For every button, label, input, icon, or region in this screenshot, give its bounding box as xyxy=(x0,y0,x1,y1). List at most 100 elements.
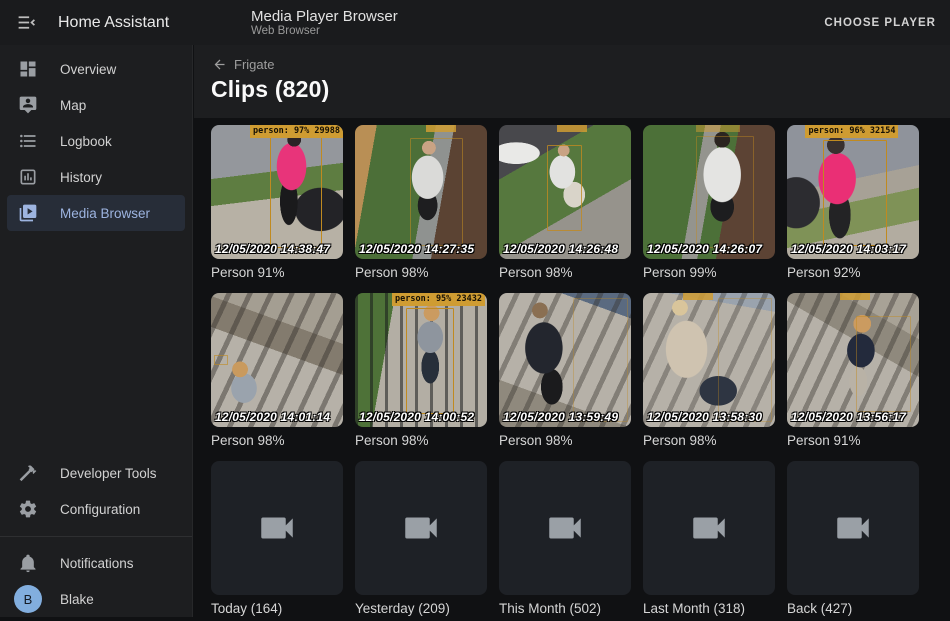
folder-item-yesterday[interactable]: Yesterday (209) xyxy=(355,461,487,621)
chart-box-icon xyxy=(18,167,38,187)
video-camera-icon xyxy=(256,507,298,549)
clip-timestamp: 12/05/2020 13:58:30 xyxy=(647,410,762,424)
list-bulleted-icon xyxy=(18,131,38,151)
clip-thumbnail: person: 96% 32154 12/05/2020 14:03:17 xyxy=(787,125,919,259)
clips-grid: person: 97% 29988 12/05/2020 14:38:47 Pe… xyxy=(194,118,950,617)
clip-thumbnail: 12/05/2020 14:27:35 xyxy=(355,125,487,259)
bell-icon xyxy=(18,553,38,573)
detection-box xyxy=(406,308,454,414)
clip-item[interactable]: 12/05/2020 14:26:48 Person 98% xyxy=(499,125,631,285)
folder-thumbnail xyxy=(787,461,919,595)
clip-timestamp: 12/05/2020 13:56:17 xyxy=(791,410,906,424)
folder-item-last-month[interactable]: Last Month (318) xyxy=(643,461,775,621)
clip-timestamp: 12/05/2020 14:26:48 xyxy=(503,242,618,256)
sidebar-divider xyxy=(0,536,192,537)
top-app-bar: Home Assistant Media Player Browser Web … xyxy=(0,0,950,45)
sidebar-item-configuration[interactable]: Configuration xyxy=(7,491,185,527)
detection-tag xyxy=(557,125,587,132)
detection-box xyxy=(856,316,911,412)
sidebar-spacer xyxy=(0,231,192,455)
folder-thumbnail xyxy=(499,461,631,595)
play-box-multiple-icon xyxy=(18,203,38,223)
detection-tag xyxy=(840,293,870,300)
page-title: Clips (820) xyxy=(211,76,950,103)
gear-icon xyxy=(18,499,38,519)
panel-subtitle: Web Browser xyxy=(251,25,398,38)
clip-item[interactable]: 12/05/2020 14:01:14 Person 98% xyxy=(211,293,343,453)
detection-box xyxy=(718,298,772,421)
clip-timestamp: 12/05/2020 14:03:17 xyxy=(791,242,906,256)
clip-thumbnail: 12/05/2020 14:01:14 xyxy=(211,293,343,427)
arrow-left-icon xyxy=(212,57,227,72)
video-camera-icon xyxy=(688,507,730,549)
clip-timestamp: 12/05/2020 14:27:35 xyxy=(359,242,474,256)
sidebar-item-label: History xyxy=(60,170,102,185)
panel-title: Media Player Browser xyxy=(251,8,398,25)
detection-tag: person: 97% 29988 xyxy=(250,125,343,138)
detection-tag xyxy=(696,125,740,132)
clip-label: Person 98% xyxy=(211,433,343,448)
sidebar-item-label: Map xyxy=(60,98,86,113)
tooltip-account-icon xyxy=(18,95,38,115)
clip-thumbnail: 12/05/2020 14:26:48 xyxy=(499,125,631,259)
clip-timestamp: 12/05/2020 13:59:49 xyxy=(503,410,618,424)
sidebar-item-label: Notifications xyxy=(60,556,134,571)
clip-label: Person 92% xyxy=(787,265,919,280)
view-dashboard-icon xyxy=(18,59,38,79)
sidebar-item-overview[interactable]: Overview xyxy=(7,51,185,87)
clip-item[interactable]: 12/05/2020 14:26:07 Person 99% xyxy=(643,125,775,285)
media-browser-header: Frigate Clips (820) xyxy=(194,45,950,118)
clip-item[interactable]: person: 97% 29988 12/05/2020 14:38:47 Pe… xyxy=(211,125,343,285)
clip-label: Person 91% xyxy=(211,265,343,280)
folder-label: This Month (502) xyxy=(499,601,631,616)
detection-box xyxy=(823,140,888,246)
choose-player-button[interactable]: CHOOSE PLAYER xyxy=(824,0,936,45)
clip-item[interactable]: 12/05/2020 13:56:17 Person 91% xyxy=(787,293,919,453)
sidebar-item-notifications[interactable]: Notifications xyxy=(7,545,185,581)
clip-timestamp: 12/05/2020 14:01:14 xyxy=(215,410,330,424)
clip-item[interactable]: 12/05/2020 13:58:30 Person 98% xyxy=(643,293,775,453)
sidebar-item-label: Developer Tools xyxy=(60,466,157,481)
folder-thumbnail xyxy=(211,461,343,595)
detection-box xyxy=(547,145,583,231)
clip-timestamp: 12/05/2020 14:38:47 xyxy=(215,242,330,256)
sidebar-item-logbook[interactable]: Logbook xyxy=(7,123,185,159)
sidebar-item-map[interactable]: Map xyxy=(7,87,185,123)
clip-label: Person 98% xyxy=(355,433,487,448)
hammer-icon xyxy=(18,463,38,483)
clip-label: Person 99% xyxy=(643,265,775,280)
clip-item[interactable]: person: 95% 23432 12/05/2020 14:00:52 Pe… xyxy=(355,293,487,453)
clip-label: Person 98% xyxy=(643,433,775,448)
sidebar-item-developer-tools[interactable]: Developer Tools xyxy=(7,455,185,491)
clip-item[interactable]: person: 96% 32154 12/05/2020 14:03:17 Pe… xyxy=(787,125,919,285)
clip-item[interactable]: 12/05/2020 13:59:49 Person 98% xyxy=(499,293,631,453)
folder-item-today[interactable]: Today (164) xyxy=(211,461,343,621)
folder-item-back[interactable]: Back (427) xyxy=(787,461,919,621)
sidebar: Overview Map Logbook History Media Brows… xyxy=(0,45,193,617)
folder-item-this-month[interactable]: This Month (502) xyxy=(499,461,631,621)
clip-label: Person 91% xyxy=(787,433,919,448)
sidebar-item-media-browser[interactable]: Media Browser xyxy=(7,195,185,231)
video-camera-icon xyxy=(544,507,586,549)
sidebar-item-label: Overview xyxy=(60,62,116,77)
back-label: Frigate xyxy=(234,57,274,72)
folder-label: Last Month (318) xyxy=(643,601,775,616)
clip-item[interactable]: 12/05/2020 14:27:35 Person 98% xyxy=(355,125,487,285)
clip-thumbnail: 12/05/2020 13:59:49 xyxy=(499,293,631,427)
video-camera-icon xyxy=(400,507,442,549)
detection-box xyxy=(410,138,463,245)
sidebar-item-user[interactable]: B Blake xyxy=(7,581,185,617)
sidebar-item-label: Logbook xyxy=(60,134,112,149)
sidebar-item-label: Configuration xyxy=(60,502,140,517)
app-title: Home Assistant xyxy=(58,14,188,32)
clip-thumbnail: person: 97% 29988 12/05/2020 14:38:47 xyxy=(211,125,343,259)
sidebar-item-label: Media Browser xyxy=(60,206,150,221)
sidebar-item-history[interactable]: History xyxy=(7,159,185,195)
detection-tag: person: 96% 32154 xyxy=(805,125,898,138)
clip-thumbnail: 12/05/2020 13:58:30 xyxy=(643,293,775,427)
sidebar-toggle-button[interactable] xyxy=(6,3,46,43)
breadcrumb-back-frigate[interactable]: Frigate xyxy=(212,57,274,72)
folder-label: Back (427) xyxy=(787,601,919,616)
clip-timestamp: 12/05/2020 14:00:52 xyxy=(359,410,474,424)
folder-label: Today (164) xyxy=(211,601,343,616)
